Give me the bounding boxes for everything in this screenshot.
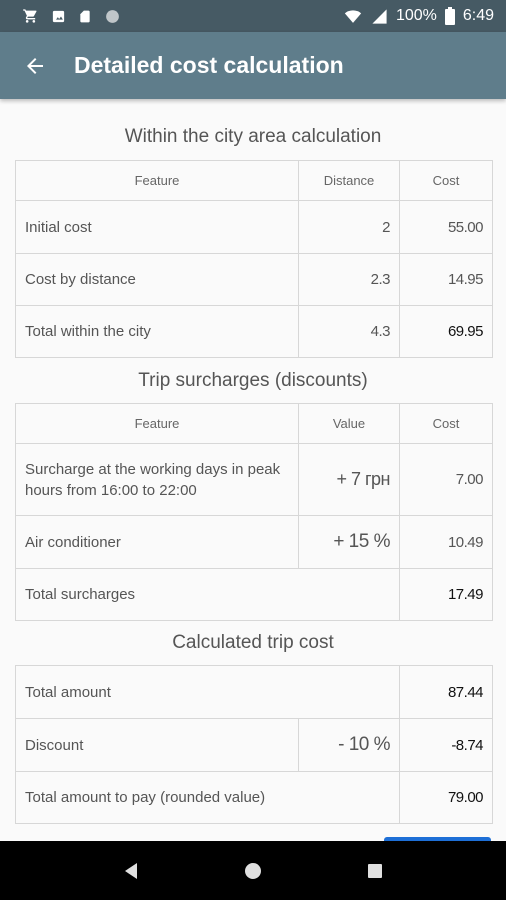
row-feature: Initial cost — [15, 200, 299, 254]
cart-icon — [22, 8, 39, 24]
row-feature: Cost by distance — [15, 253, 299, 306]
column-header-value: Value — [298, 403, 400, 444]
row-feature: Total within the city — [15, 305, 299, 358]
row-feature: Surcharge at the working days in peak ho… — [15, 443, 299, 516]
row-cost: 55.00 — [399, 200, 493, 254]
table-row-total: Total within the city 4.3 69.95 — [15, 305, 493, 358]
page-title: Detailed cost calculation — [74, 52, 344, 78]
calculation-content[interactable]: Within the city area calculation Feature… — [0, 99, 506, 841]
status-bar: 100% 6:49 — [0, 0, 506, 32]
arrow-back-icon — [23, 54, 47, 78]
trip-cost-section-title: Calculated trip cost — [172, 632, 334, 653]
back-triangle-icon — [123, 862, 139, 880]
row-cost: -8.74 — [399, 718, 494, 772]
nav-back-button[interactable] — [111, 851, 151, 891]
surcharges-section-title: Trip surcharges (discounts) — [138, 370, 368, 391]
row-distance: 2.3 — [298, 253, 400, 306]
row-value: + 7 грн — [298, 443, 400, 516]
nav-recents-button[interactable] — [355, 851, 395, 891]
column-header-cost: Cost — [399, 160, 493, 201]
row-feature: Total amount — [14, 665, 401, 719]
city-cost-table: Feature Distance Cost Initial cost 2 55.… — [15, 160, 493, 358]
row-feature: Discount — [15, 718, 299, 772]
trip-cost-table: Total amount 87.44 Discount - 10 % -8.74… — [14, 665, 494, 824]
app-bar: Detailed cost calculation — [0, 32, 506, 99]
row-feature: Air conditioner — [15, 515, 299, 569]
table-row: Discount - 10 % -8.74 — [15, 718, 494, 772]
row-cost: 79.00 — [399, 771, 494, 824]
row-cost: 7.00 — [399, 443, 493, 516]
row-cost: 87.44 — [399, 665, 494, 719]
column-header-feature: Feature — [15, 403, 299, 444]
row-feature: Total amount to pay (rounded value) — [14, 771, 401, 824]
column-header-cost: Cost — [399, 403, 493, 444]
row-cost: 14.95 — [399, 253, 493, 306]
table-row: Cost by distance 2.3 14.95 — [15, 253, 493, 306]
table-row: Initial cost 2 55.00 — [15, 200, 493, 254]
table-header-row: Feature Distance Cost — [15, 160, 493, 201]
recents-square-icon — [367, 863, 383, 879]
surcharges-table: Feature Value Cost Surcharge at the work… — [15, 403, 493, 621]
battery-icon — [444, 7, 455, 25]
row-cost: 17.49 — [399, 568, 493, 621]
table-row: Surcharge at the working days in peak ho… — [15, 443, 493, 516]
home-circle-icon — [244, 862, 262, 880]
column-header-feature: Feature — [15, 160, 299, 201]
system-status: 100% 6:49 — [343, 7, 494, 25]
wifi-icon — [343, 8, 363, 25]
circle-icon — [104, 8, 121, 25]
row-distance: 2 — [298, 200, 400, 254]
table-header-row: Feature Value Cost — [15, 403, 493, 444]
notification-icons — [22, 8, 121, 25]
row-distance: 4.3 — [298, 305, 400, 358]
system-nav-bar — [0, 841, 506, 900]
nav-home-button[interactable] — [233, 851, 273, 891]
clock: 6:49 — [462, 7, 494, 24]
photo-icon — [51, 9, 66, 24]
row-feature: Total surcharges — [15, 568, 400, 621]
table-row: Total amount 87.44 — [14, 665, 494, 719]
column-header-distance: Distance — [298, 160, 400, 201]
signal-icon — [371, 8, 388, 25]
row-cost: 69.95 — [399, 305, 493, 358]
back-button[interactable] — [0, 32, 70, 99]
row-cost: 10.49 — [399, 515, 493, 569]
row-value: - 10 % — [297, 718, 401, 772]
table-row: Air conditioner + 15 % 10.49 — [15, 515, 493, 569]
city-section-title: Within the city area calculation — [124, 126, 382, 147]
table-row-total: Total amount to pay (rounded value) 79.0… — [14, 771, 494, 824]
battery-percent: 100% — [395, 7, 437, 24]
row-value: + 15 % — [298, 515, 400, 569]
table-row-total: Total surcharges 17.49 — [15, 568, 493, 621]
sim-card-icon — [78, 8, 92, 25]
